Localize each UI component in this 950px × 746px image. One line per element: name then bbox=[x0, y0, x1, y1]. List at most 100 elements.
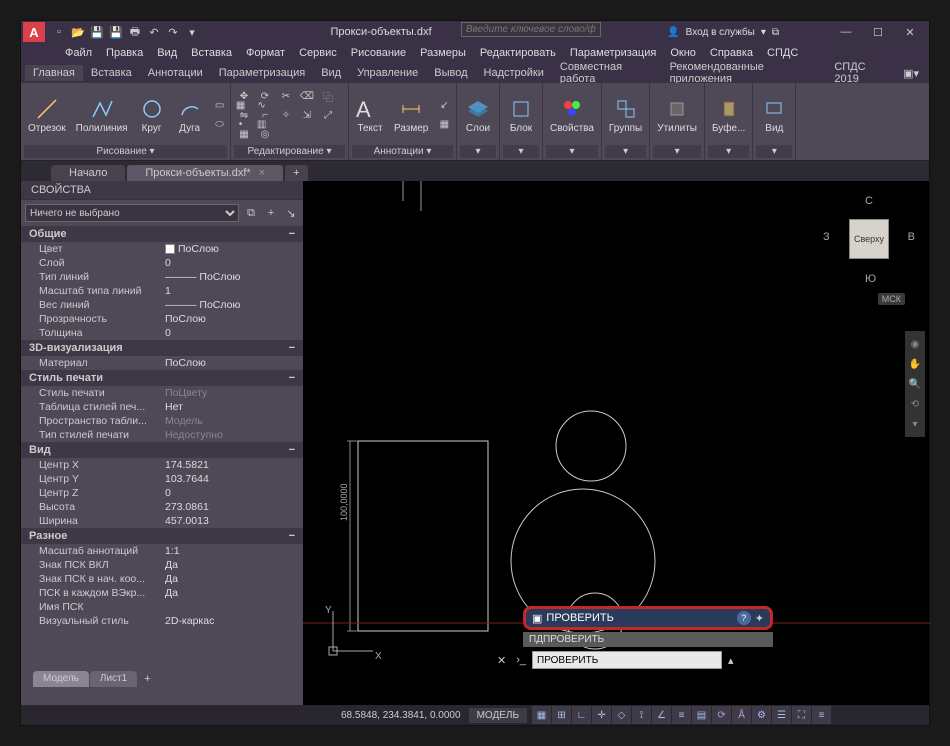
qat-new-icon[interactable]: ▫ bbox=[50, 23, 68, 41]
props-selector[interactable]: Ничего не выбрано bbox=[25, 204, 239, 222]
prop-row[interactable]: Вес линий——— ПоСлою bbox=[21, 298, 303, 312]
nav-wheel-icon[interactable]: ◉ bbox=[905, 335, 925, 353]
fillet-icon[interactable]: ⌐ bbox=[255, 106, 275, 124]
annomon-icon[interactable]: ⚙ bbox=[751, 706, 771, 724]
line-button[interactable]: Отрезок bbox=[24, 95, 70, 136]
drawing-canvas[interactable]: Y X 100,0000 С Ю З В Сверху МСК ◉ ✋ 🔍 ⟲ … bbox=[303, 181, 929, 705]
prop-row[interactable]: ПрозрачностьПоСлою bbox=[21, 312, 303, 326]
tab-add-layout[interactable]: + bbox=[138, 671, 156, 687]
doc-tab-add[interactable]: + bbox=[285, 165, 307, 181]
lweight-icon[interactable]: ≡ bbox=[671, 706, 691, 724]
leader-icon[interactable]: ↙ bbox=[434, 97, 454, 115]
app-logo[interactable]: A bbox=[23, 22, 45, 42]
clipboard-button[interactable]: Буфе... bbox=[708, 95, 749, 136]
section-head[interactable]: Стиль печати bbox=[21, 370, 303, 386]
table-icon[interactable]: ▦ bbox=[434, 116, 454, 134]
copy-icon[interactable]: ⿻ bbox=[318, 87, 338, 105]
tab-manage[interactable]: Управление bbox=[349, 65, 426, 81]
account-label[interactable]: Вход в службы bbox=[686, 27, 755, 38]
section-head[interactable]: 3D-визуализация bbox=[21, 340, 303, 356]
ellipse-icon[interactable]: ⬭ bbox=[210, 116, 230, 134]
tab-model[interactable]: Модель bbox=[33, 671, 89, 687]
menu-dimension[interactable]: Размеры bbox=[414, 45, 472, 61]
arc-button[interactable]: Дуга bbox=[172, 95, 208, 136]
qat-plot-icon[interactable]: 🖶 bbox=[126, 23, 144, 41]
command-input[interactable] bbox=[532, 651, 722, 669]
pin-icon[interactable]: ✦ bbox=[755, 612, 764, 625]
maximize-button[interactable]: ☐ bbox=[863, 24, 893, 40]
tab-view[interactable]: Вид bbox=[313, 65, 349, 81]
section-head[interactable]: Вид bbox=[21, 442, 303, 458]
viewcube[interactable]: С Ю З В Сверху bbox=[829, 199, 909, 279]
prop-row[interactable]: Слой0 bbox=[21, 256, 303, 270]
prop-row[interactable]: Центр Y103.7644 bbox=[21, 472, 303, 486]
menu-edit[interactable]: Правка bbox=[100, 45, 149, 61]
qat-save-icon[interactable]: 💾 bbox=[88, 23, 106, 41]
snap-icon[interactable]: ⊞ bbox=[551, 706, 571, 724]
prop-row[interactable]: Центр Z0 bbox=[21, 486, 303, 500]
exchange-icon[interactable]: ⧉ bbox=[772, 27, 779, 38]
tab-insert[interactable]: Вставка bbox=[83, 65, 140, 81]
rect-icon[interactable]: ▭ bbox=[210, 97, 230, 115]
prop-row[interactable]: Центр X174.5821 bbox=[21, 458, 303, 472]
section-head[interactable]: Общие bbox=[21, 226, 303, 242]
grid-icon[interactable]: ▦ bbox=[531, 706, 551, 724]
props-button[interactable]: Свойства bbox=[546, 95, 598, 136]
view-button[interactable]: Вид bbox=[756, 95, 792, 136]
close-icon[interactable]: × bbox=[259, 167, 265, 179]
scale-icon[interactable]: ⤢ bbox=[318, 106, 338, 124]
prop-row[interactable]: Визуальный стиль2D-каркас bbox=[21, 614, 303, 628]
stretch-icon[interactable]: ⇲ bbox=[297, 106, 317, 124]
prop-row[interactable]: Ширина457.0013 bbox=[21, 514, 303, 528]
prop-row[interactable]: МатериалПоСлою bbox=[21, 356, 303, 370]
cmd-suggestion[interactable]: ▣ ПРОВЕРИТЬ ? ✦ bbox=[523, 606, 773, 630]
osnap-icon[interactable]: ⟟ bbox=[631, 706, 651, 724]
cmd-close-icon[interactable]: ✕ bbox=[493, 654, 510, 667]
prop-row[interactable]: Высота273.0861 bbox=[21, 500, 303, 514]
menu-insert[interactable]: Вставка bbox=[185, 45, 238, 61]
otrack-icon[interactable]: ∠ bbox=[651, 706, 671, 724]
nav-orbit-icon[interactable]: ⟲ bbox=[905, 395, 925, 413]
tab-home[interactable]: Главная bbox=[25, 65, 83, 81]
mirror-icon[interactable]: ⇋ bbox=[234, 106, 254, 124]
cycling-icon[interactable]: ⟳ bbox=[711, 706, 731, 724]
layers-button[interactable]: Слои bbox=[460, 95, 496, 136]
cmd-history-icon[interactable]: ▴ bbox=[724, 654, 738, 667]
prop-row[interactable]: Масштаб аннотаций1:1 bbox=[21, 544, 303, 558]
menu-tools[interactable]: Сервис bbox=[293, 45, 343, 61]
qat-redo-icon[interactable]: ↷ bbox=[164, 23, 182, 41]
polar-icon[interactable]: ✛ bbox=[591, 706, 611, 724]
cmd-list-item[interactable]: ПДПРОВЕРИТЬ bbox=[523, 632, 773, 647]
quickselect-icon[interactable]: ⧉ bbox=[243, 205, 259, 221]
prop-row[interactable]: Таблица стилей печ...Нет bbox=[21, 400, 303, 414]
utils-button[interactable]: Утилиты bbox=[653, 95, 701, 136]
qat-open-icon[interactable]: 📂 bbox=[69, 23, 87, 41]
qat-saveas-icon[interactable]: 💾 bbox=[107, 23, 125, 41]
transp-icon[interactable]: ▤ bbox=[691, 706, 711, 724]
rotate-icon[interactable]: ⟳ bbox=[255, 87, 275, 105]
status-space[interactable]: МОДЕЛЬ bbox=[469, 708, 527, 723]
menu-modify[interactable]: Редактировать bbox=[474, 45, 562, 61]
pickadd-icon[interactable]: + bbox=[263, 205, 279, 221]
prop-row[interactable]: Знак ПСК в нач. коо...Да bbox=[21, 572, 303, 586]
minimize-button[interactable]: — bbox=[831, 24, 861, 40]
tab-output[interactable]: Вывод bbox=[426, 65, 475, 81]
prop-row[interactable]: Пространство табли...Модель bbox=[21, 414, 303, 428]
prop-row[interactable]: Знак ПСК ВКЛДа bbox=[21, 558, 303, 572]
dim-button[interactable]: Размер bbox=[390, 95, 432, 136]
viewcube-top[interactable]: Сверху bbox=[849, 219, 889, 259]
section-head[interactable]: Разное bbox=[21, 528, 303, 544]
move-icon[interactable]: ✥ bbox=[234, 87, 254, 105]
prop-row[interactable]: Масштаб типа линий1 bbox=[21, 284, 303, 298]
clean-icon[interactable]: ⛶ bbox=[791, 706, 811, 724]
prop-row[interactable]: ЦветПоСлою bbox=[21, 242, 303, 256]
text-button[interactable]: AТекст bbox=[352, 95, 388, 136]
polyline-button[interactable]: Полилиния bbox=[72, 95, 132, 136]
explode-icon[interactable]: ✧ bbox=[276, 106, 296, 124]
menu-view[interactable]: Вид bbox=[151, 45, 183, 61]
menu-format[interactable]: Формат bbox=[240, 45, 291, 61]
search-input[interactable] bbox=[461, 22, 601, 37]
ortho-icon[interactable]: ∟ bbox=[571, 706, 591, 724]
nav-pan-icon[interactable]: ✋ bbox=[905, 355, 925, 373]
prop-row[interactable]: Тип стилей печатиНедоступно bbox=[21, 428, 303, 442]
